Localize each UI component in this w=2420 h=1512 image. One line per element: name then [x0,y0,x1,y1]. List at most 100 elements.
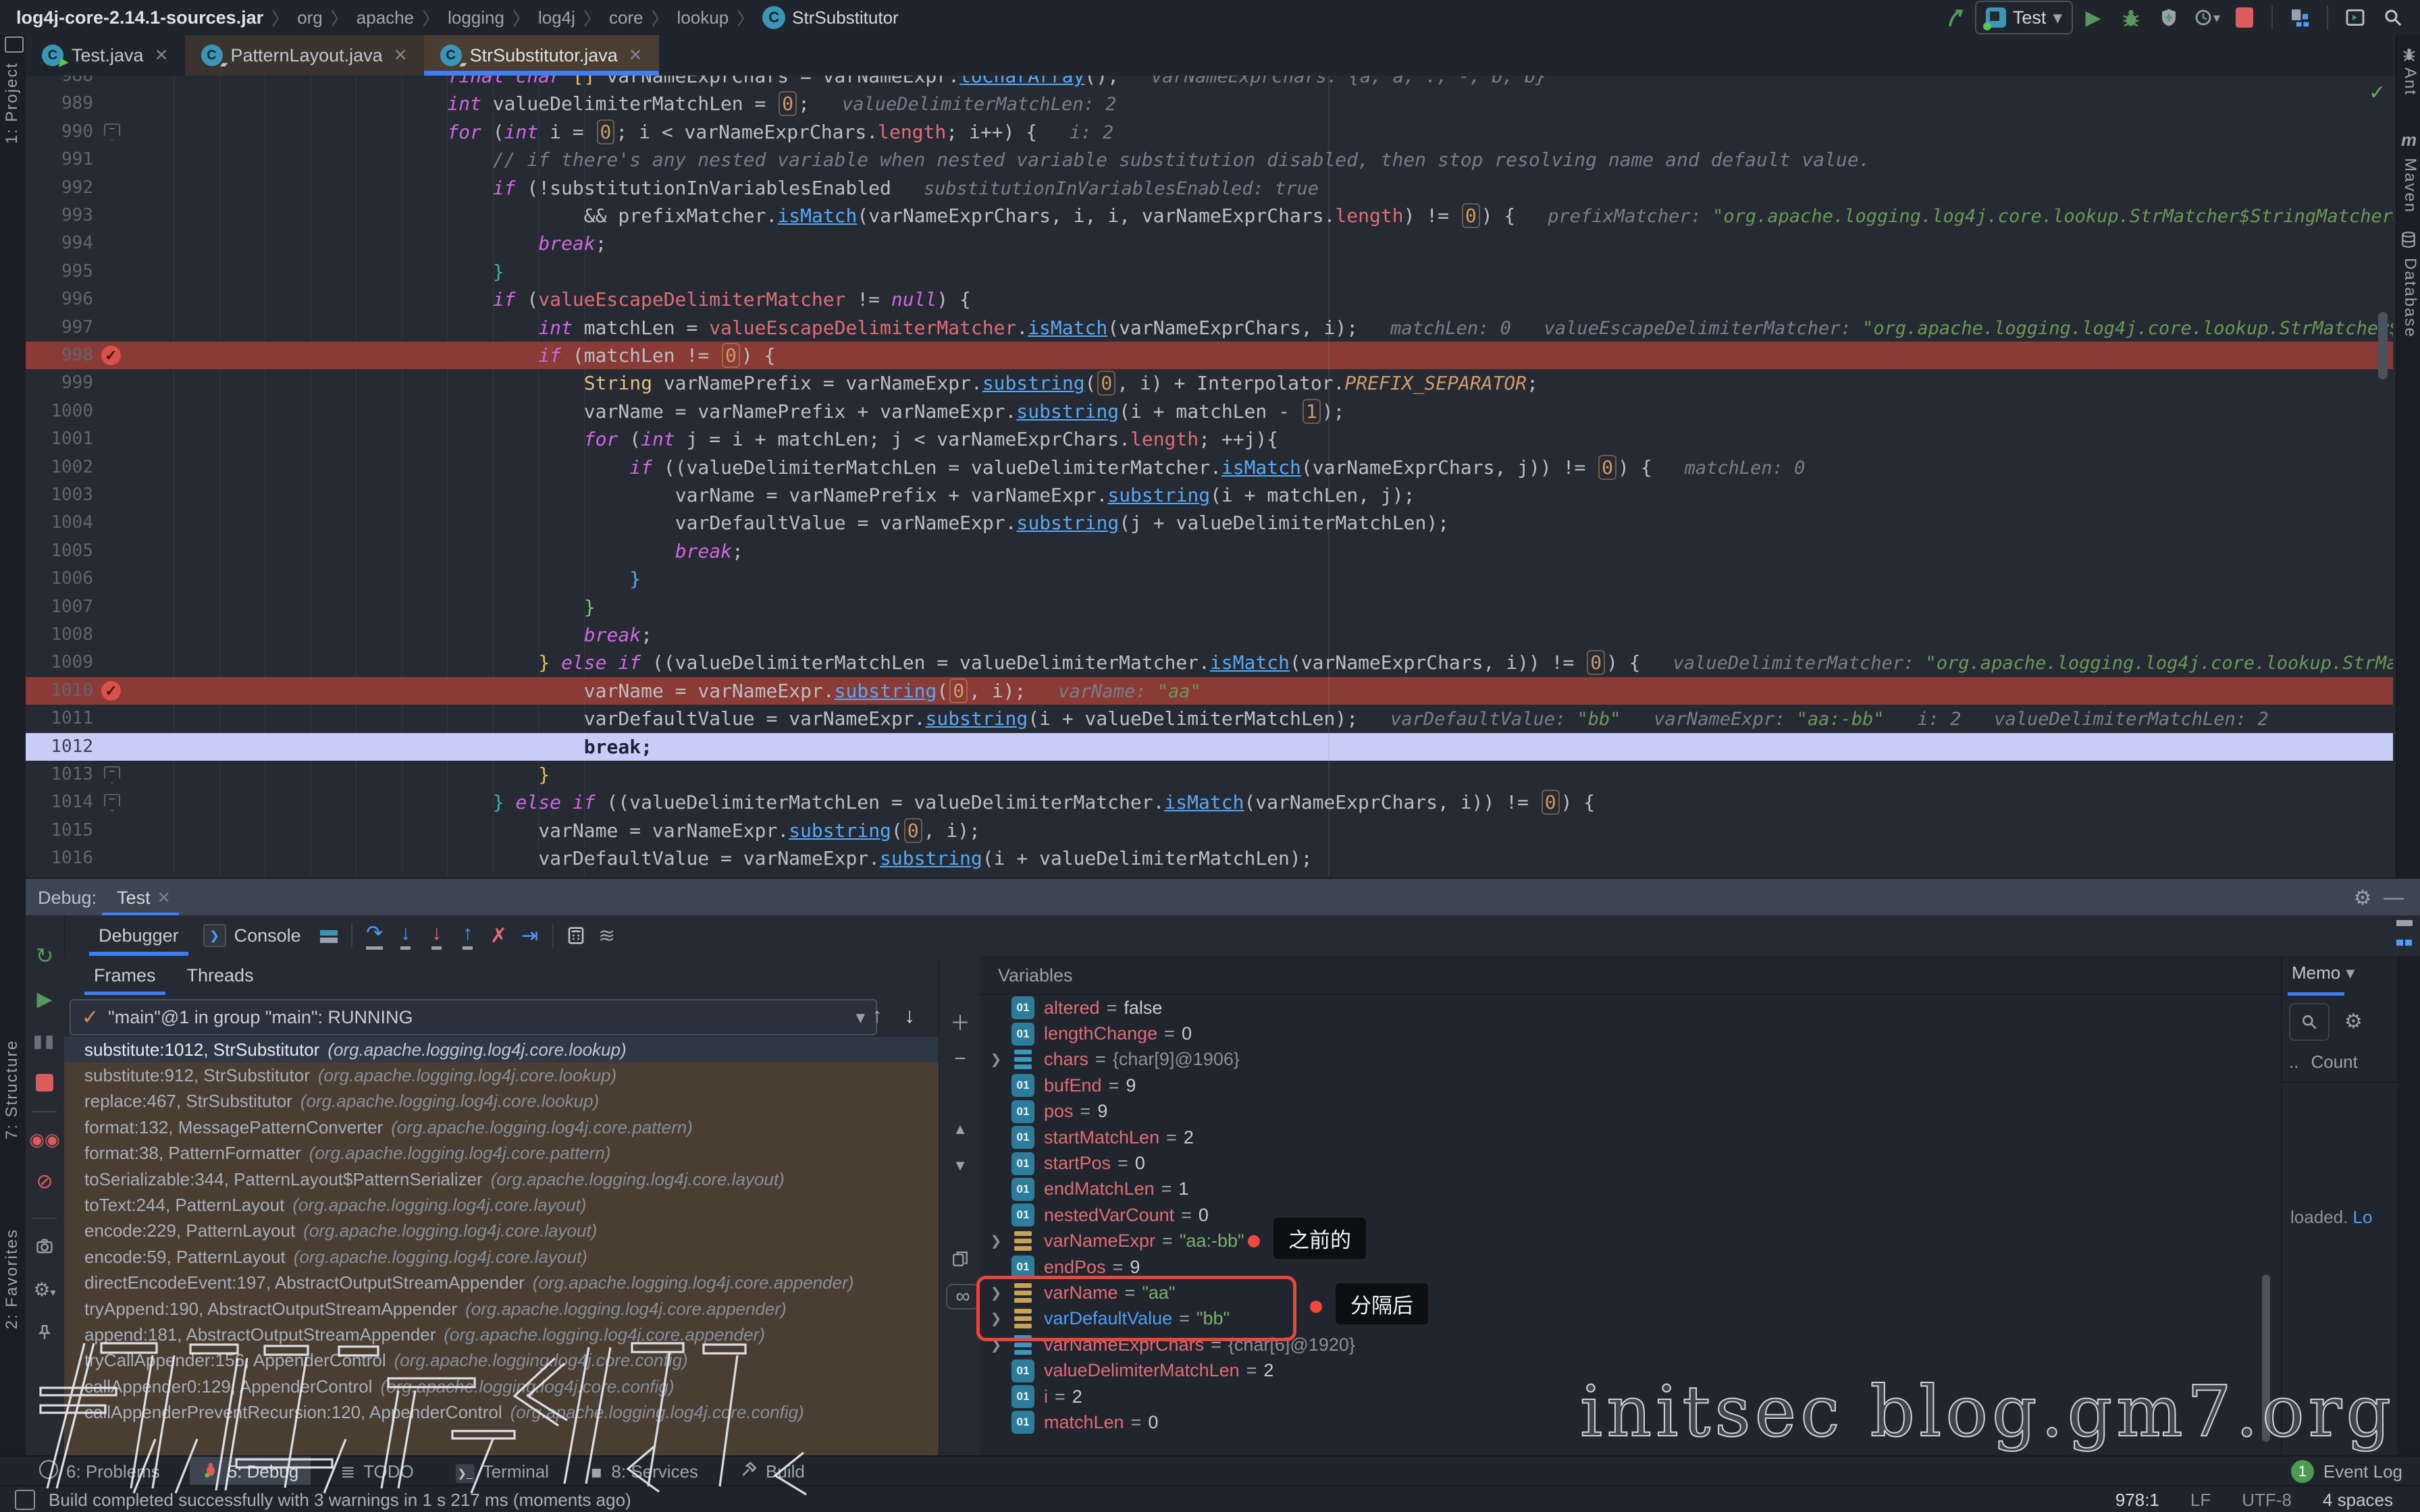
gutter-slot[interactable]: − [99,118,128,146]
line-number[interactable]: 1013 [26,761,93,788]
line-number[interactable]: 989 [26,90,93,117]
gutter-slot[interactable] [99,425,128,453]
fold-icon[interactable]: − [104,124,120,141]
caret-position[interactable]: 978:1 [2115,1490,2159,1511]
gutter-slot[interactable]: ✓ [99,677,128,705]
line-number[interactable]: 1015 [26,817,93,844]
run-to-cursor-icon[interactable]: ⇥ [515,921,546,950]
coverage-button[interactable] [2151,3,2186,32]
stack-frame-row[interactable]: substitute:1012, StrSubstitutor(org.apac… [64,1037,939,1062]
line-number[interactable]: 988 [26,76,93,90]
code-line[interactable]: 996if (valueEscapeDelimiterMatcher != nu… [26,286,2393,313]
move-down-icon[interactable]: ▼ [946,1152,974,1180]
line-number[interactable]: 1001 [26,425,93,453]
file-encoding[interactable]: UTF-8 [2242,1490,2292,1511]
code-line[interactable]: 1002if ((valueDelimiterMatchLen = valueD… [26,454,2393,481]
stack-frame-row[interactable]: encode:59, PatternLayout(org.apache.logg… [64,1244,939,1270]
vcs-update-icon[interactable] [1937,3,1972,32]
close-icon[interactable]: ✕ [155,45,169,65]
prev-frame-icon[interactable]: ↑ [872,1003,883,1028]
breakpoint-icon[interactable]: ✓ [101,346,121,365]
code-editor[interactable]: 988final char [] varNameExprChars = varN… [26,76,2393,876]
maven-icon[interactable]: m [2401,130,2417,151]
line-separator[interactable]: LF [2190,1490,2211,1511]
line-number[interactable]: 1003 [26,481,93,509]
rerun-icon[interactable]: ↻ [31,942,58,969]
gutter-slot[interactable]: ✓ [99,342,128,369]
breadcrumb-item[interactable]: logging [448,7,504,28]
move-up-icon[interactable]: ▲ [946,1115,974,1143]
project-folder-icon[interactable] [5,36,24,53]
code-line[interactable]: 1009} else if ((valueDelimiterMatchLen =… [26,649,2393,676]
line-number[interactable]: 993 [26,202,93,230]
event-log-button[interactable]: Event Log [2323,1461,2402,1482]
line-number[interactable]: 1004 [26,509,93,537]
code-line[interactable]: 1008break; [26,621,2393,649]
search-everywhere-icon[interactable] [2375,3,2411,32]
stack-frame-row[interactable]: format:38, PatternFormatter(org.apache.l… [64,1141,939,1166]
sidebar-item-structure[interactable]: 7: Structure [3,1040,22,1139]
settings-icon[interactable]: ⚙▾ [31,1276,58,1303]
line-number[interactable]: 1016 [26,844,93,872]
variable-row[interactable]: 01lengthChange=0 [980,1021,2281,1046]
code-line[interactable]: 998✓if (matchLen != 0) { [26,342,2393,369]
variable-row[interactable]: 01startMatchLen=2 [980,1125,2281,1150]
tab-patternlayout-java[interactable]: C▰PatternLayout.java✕ [185,35,424,76]
run-button[interactable]: ▶ [2076,3,2111,32]
line-number[interactable]: 990 [26,118,93,146]
breakpoint-icon[interactable]: ✓ [101,681,121,701]
ant-icon[interactable] [2401,46,2417,65]
breadcrumb-item[interactable]: core [609,7,643,28]
force-step-into-icon[interactable]: ↓ [421,921,452,950]
code-line[interactable]: 988final char [] varNameExprChars = varN… [26,76,2393,90]
thread-dump-icon[interactable] [31,1233,58,1260]
stack-frame-row[interactable]: substitute:912, StrSubstitutor(org.apach… [64,1062,939,1088]
gear-icon[interactable]: ⚙ [2347,883,2378,913]
run-anything-icon[interactable] [2338,3,2373,32]
gutter-slot[interactable] [99,90,128,117]
expand-chevron-icon[interactable]: ❯ [980,1051,1011,1068]
restore-layout-icon[interactable] [2389,921,2420,950]
close-icon[interactable]: ✕ [394,45,408,65]
breadcrumb-item[interactable]: lookup [677,7,729,28]
variable-row[interactable]: 01endMatchLen=1 [980,1177,2281,1202]
sidebar-item-database[interactable]: Database [2400,258,2419,338]
gutter-slot[interactable] [99,314,128,342]
code-line[interactable]: 1001for (int j = i + matchLen; j < varNa… [26,425,2393,453]
code-line[interactable]: 991// if there's any nested variable whe… [26,146,2393,173]
code-line[interactable]: 990−for (int i = 0; i < varNameExprChars… [26,118,2393,146]
hide-panel-icon[interactable]: — [2378,883,2409,913]
variable-row[interactable]: ❯varNameExpr="aa:-bb" [980,1228,2281,1254]
memory-search-button[interactable] [2289,1003,2330,1041]
variable-row[interactable]: 01startPos=0 [980,1150,2281,1176]
breadcrumb-jar[interactable]: log4j-core-2.14.1-sources.jar [16,7,263,28]
trace-settings-icon[interactable]: ≋ [591,921,623,950]
code-line[interactable]: 994break; [26,230,2393,257]
step-over-icon[interactable]: ↷ [359,921,390,950]
resume-icon[interactable]: ▶ [31,986,58,1013]
code-line[interactable]: 1006} [26,565,2393,593]
code-line[interactable]: 992if (!substitutionInVariablesEnabledsu… [26,174,2393,202]
fold-icon[interactable]: − [104,794,120,811]
gutter-slot[interactable]: − [99,761,128,788]
gutter-slot[interactable] [99,817,128,844]
layout-icon[interactable] [313,921,344,950]
code-line[interactable]: 993&& prefixMatcher.isMatch(varNameExprC… [26,202,2393,230]
stack-frame-row[interactable]: encode:229, PatternLayout(org.apache.log… [64,1218,939,1244]
pause-icon[interactable]: ▮▮ [31,1027,58,1054]
stop-button[interactable] [2227,3,2262,32]
database-icon[interactable] [2400,231,2417,252]
breadcrumb-class[interactable]: StrSubstitutor [792,7,899,28]
stack-frame-row[interactable]: replace:467, StrSubstitutor(org.apache.l… [64,1089,939,1114]
gutter-slot[interactable]: − [99,788,128,816]
code-line[interactable]: 989int valueDelimiterMatchLen = 0;valueD… [26,90,2393,117]
line-number[interactable]: 1010 [26,677,93,705]
gutter-slot[interactable] [99,258,128,286]
gear-icon[interactable]: ⚙ [2344,1010,2363,1033]
line-number[interactable]: 1005 [26,537,93,565]
code-line[interactable]: 1014−} else if ((valueDelimiterMatchLen … [26,788,2393,816]
memory-load-link[interactable]: Lo [2353,1207,2373,1227]
run-config-selector[interactable]: Test▾ [1975,1,2073,34]
memory-title[interactable]: Memo [2292,963,2340,983]
line-number[interactable]: 991 [26,146,93,173]
